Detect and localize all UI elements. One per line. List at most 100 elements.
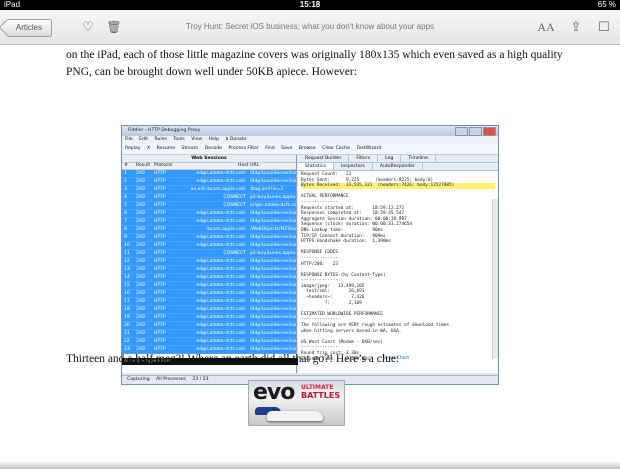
table-row[interactable]: 18 200 HTTP edge.adobe-dcfs.com/ddp/issueSe… [122,306,296,314]
toolbar-item[interactable]: Browse [299,146,316,151]
bottom-shadow [0,461,620,469]
menu-item[interactable]: Help [209,137,219,142]
table-cell: edge.adobe-dcfs.com [196,219,246,224]
tab-autoresponder[interactable]: AutoResponder [373,163,423,170]
column-header[interactable]: # [124,163,128,169]
column-header[interactable]: Protocol [154,163,173,169]
table-cell: 200 [136,267,145,272]
tab-row-1: Request Builder Filters Log Timeline [298,155,498,163]
table-row[interactable]: 17 200 HTTP edge.adobe-dcfs.com/ddp/issueSe… [122,298,296,306]
tab-statistics[interactable]: Statistics [298,163,334,170]
column-header[interactable]: Result [136,163,150,169]
window-buttons [454,127,496,136]
toolbar-item[interactable]: Save [281,146,292,151]
table-row[interactable]: 6 200 HTTP edge.adobe-dcfs.com/ddp/issueSer… [122,210,296,218]
table-row[interactable]: 5 200 HTTP CONNECT origin.adobe-dcfs.com [122,202,296,210]
table-cell: 20 [124,323,130,328]
table-cell: 200 [136,211,145,216]
table-row[interactable]: 3 200 HTTP ax.init.itunes.apple.com/bag.xml… [122,186,296,194]
table-cell: 11 [124,251,130,256]
toolbar-item[interactable]: Decode [205,146,222,151]
menu-item[interactable]: Edit [139,137,148,142]
font-size-button[interactable]: AA [536,19,556,35]
bookmark-icon[interactable]: ☐ [596,19,612,35]
table-row[interactable]: 19 200 HTTP edge.adobe-dcfs.com/ddp/issueSe… [122,314,296,322]
tab-log[interactable]: Log [378,155,402,162]
column-header[interactable]: Host [238,163,248,169]
table-row[interactable]: 22 200 HTTP edge.adobe-dcfs.com/ddp/issueSe… [122,338,296,346]
table-row[interactable]: 16 200 HTTP edge.adobe-dcfs.com/ddp/issueSe… [122,290,296,298]
menu-item[interactable]: Tools [173,137,184,142]
table-row[interactable]: 8 200 HTTP itunes.apple.com/WebObjects/MZSt… [122,226,296,234]
table-cell: 4 [124,195,127,200]
menu-item[interactable]: View [191,137,202,142]
toolbar-item[interactable]: Resume [157,146,175,151]
tab-timeline[interactable]: Timeline [401,155,436,162]
table-cell: /ddp/issueServer/issue [250,331,296,336]
table-row[interactable]: 20 200 HTTP edge.adobe-dcfs.com/ddp/issueSe… [122,322,296,330]
table-row[interactable]: 15 200 HTTP edge.adobe-dcfs.com/ddp/issueSe… [122,282,296,290]
capturing-status[interactable]: Capturing [127,377,150,382]
scrollbar[interactable] [492,199,498,359]
table-cell: 6 [124,211,127,216]
toolbar-item[interactable]: TextWizard [356,146,381,151]
table-cell: 200 [136,275,145,280]
reader-toolbar: Articles ♡ 🗑 Troy Hunt: Secret iOS busin… [0,10,620,45]
table-row[interactable]: 4 200 HTTP CONNECT p2-buy.itunes.apple.c [122,194,296,202]
table-cell: edge.adobe-dcfs.com [196,275,246,280]
table-cell: 200 [136,195,145,200]
toolbar-item[interactable]: Replay [125,146,141,151]
table-row[interactable]: 7 200 HTTP edge.adobe-dcfs.com/ddp/issueSer… [122,218,296,226]
table-cell: edge.adobe-dcfs.com [196,307,246,312]
clock: 15:18 [299,0,321,9]
table-cell: edge.adobe-dcfs.com [196,171,246,176]
table-row[interactable]: 2 200 HTTP edge.adobe-dcfs.com/ddp/issueSer… [122,178,296,186]
table-row[interactable]: 12 200 HTTP edge.adobe-dcfs.com/ddp/issueSe… [122,258,296,266]
table-row[interactable]: 10 200 HTTP edge.adobe-dcfs.com/ddp/issueSe… [122,242,296,250]
toolbar-item[interactable]: Stream [182,146,199,151]
table-cell: edge.adobe-dcfs.com [196,235,246,240]
table-cell: 22 [124,339,130,344]
toolbar-item[interactable]: Process Filter [229,146,259,151]
table-cell: HTTP [154,179,166,184]
menu-item[interactable]: File [125,137,133,142]
table-cell: /ddp/issueServer/issue [250,219,296,224]
menu-item[interactable]: $ Donate [226,137,247,142]
table-cell: 200 [136,315,145,320]
articles-back-button[interactable]: Articles [6,19,52,37]
table-cell: 200 [136,187,145,192]
share-icon[interactable]: ⇪ [568,19,584,35]
menu-item[interactable]: Rules [155,137,167,142]
tab-request-builder[interactable]: Request Builder [298,155,350,162]
table-cell: HTTP [154,235,166,240]
table-cell: HTTP [154,267,166,272]
table-row[interactable]: 11 200 HTTP CONNECT p2-buy.itunes.apple.c [122,250,296,258]
column-header[interactable]: URL [250,163,259,169]
toolbar-item[interactable]: Clear Cache [322,146,350,151]
table-cell: HTTP [154,315,166,320]
heart-icon[interactable]: ♡ [80,19,96,35]
table-cell: HTTP [154,203,166,208]
table-cell: 200 [136,323,145,328]
table-cell: edge.adobe-dcfs.com [196,323,246,328]
table-row[interactable]: 1 200 HTTP edge.adobe-dcfs.com/ddp/issueSer… [122,170,296,178]
table-row[interactable]: 9 200 HTTP edge.adobe-dcfs.com/ddp/issueSer… [122,234,296,242]
process-filter[interactable]: All Processes [156,377,186,382]
table-cell: /ddp/issueServer/issue [250,211,296,216]
toolbar-item[interactable]: X [147,146,150,151]
table-cell: /ddp/issueServer/issue [250,307,296,312]
tab-inspectors[interactable]: Inspectors [334,163,373,170]
table-row[interactable]: 13 200 HTTP edge.adobe-dcfs.com/ddp/issueSe… [122,266,296,274]
table-row[interactable]: 21 200 HTTP edge.adobe-dcfs.com/ddp/issueSe… [122,330,296,338]
table-cell: CONNECT [223,203,246,208]
table-cell: 10 [124,243,130,248]
tab-filters[interactable]: Filters [349,155,379,162]
fiddler-toolbar: Replay X Resume Stream Decode Process Fi… [122,144,498,155]
toolbar-item[interactable]: Find [265,146,274,151]
table-cell: 2 [124,179,127,184]
menu-bar: File Edit Rules Tools View Help $ Donate [122,136,498,144]
table-cell: 8 [124,227,127,232]
table-cell: 16 [124,291,130,296]
table-row[interactable]: 14 200 HTTP edge.adobe-dcfs.com/ddp/issueSe… [122,274,296,282]
trash-icon[interactable]: 🗑 [106,19,122,35]
